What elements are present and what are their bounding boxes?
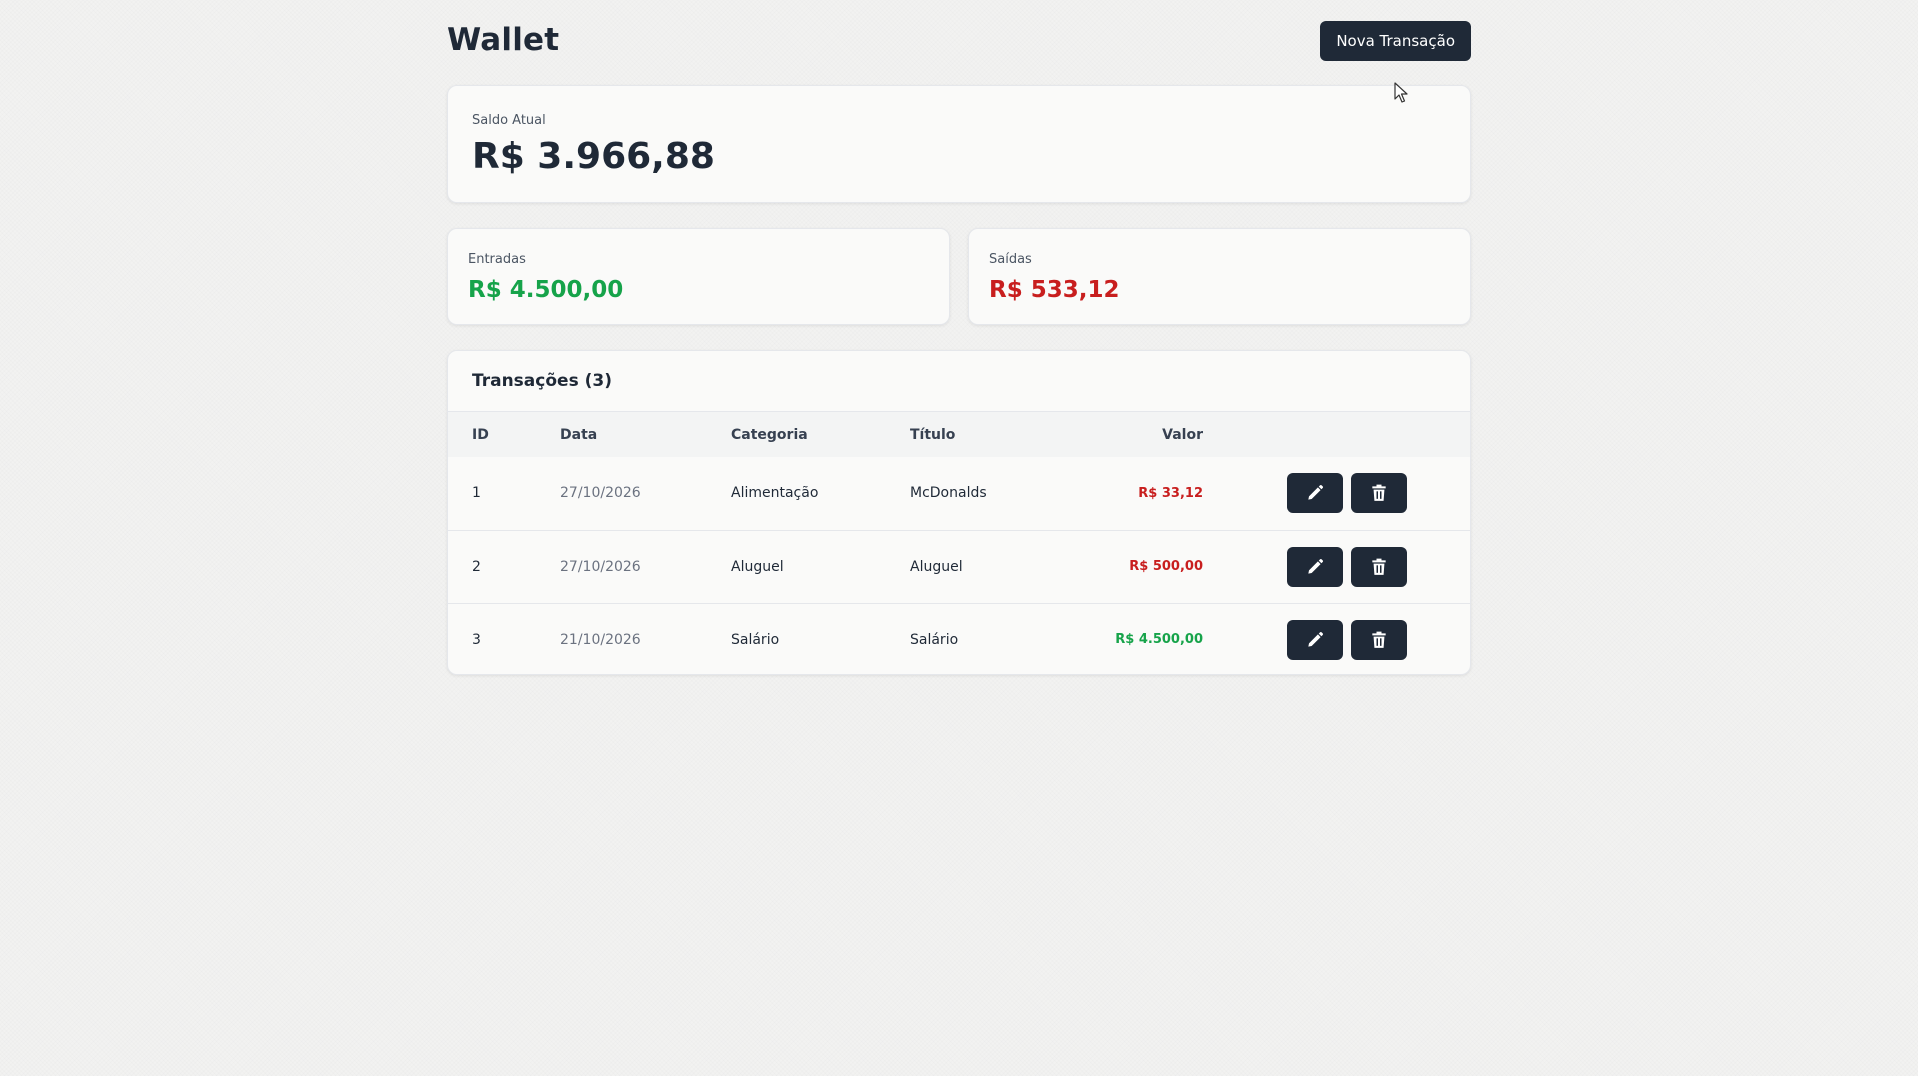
cell-date: 27/10/2026: [560, 485, 641, 502]
column-header-date: Data: [560, 426, 598, 443]
transactions-title: Transações (3): [448, 351, 1470, 412]
income-label: Entradas: [468, 252, 526, 267]
cell-actions: [1203, 530, 1470, 603]
transactions-table: ID Data Categoria Título Valor 1 27/10/2…: [448, 412, 1470, 674]
table-row: 3 21/10/2026 Salário Salário R$ 4.500,00: [448, 603, 1470, 674]
income-value: R$ 4.500,00: [468, 277, 624, 303]
page-header: Wallet Nova Transação: [447, 0, 1471, 84]
delete-button[interactable]: [1351, 473, 1407, 514]
cell-id: 2: [472, 558, 481, 575]
balance-label: Saldo Atual: [472, 113, 546, 128]
cell-date: 21/10/2026: [560, 631, 641, 648]
cell-category: Aluguel: [731, 558, 784, 575]
page-title: Wallet: [447, 22, 560, 58]
cell-id: 3: [472, 631, 481, 648]
table-row: 2 27/10/2026 Aluguel Aluguel R$ 500,00: [448, 530, 1470, 603]
delete-button[interactable]: [1351, 546, 1407, 587]
cell-title: Aluguel: [910, 558, 963, 575]
column-header-category: Categoria: [731, 426, 808, 443]
trash-icon: [1372, 631, 1386, 648]
cell-value: R$ 500,00: [1129, 559, 1203, 574]
income-card: Entradas R$ 4.500,00: [447, 228, 950, 325]
cell-value: R$ 33,12: [1138, 485, 1203, 501]
column-header-id: ID: [472, 426, 489, 443]
new-transaction-button[interactable]: Nova Transação: [1320, 21, 1471, 61]
main-container: Wallet Nova Transação Saldo Atual R$ 3.9…: [447, 0, 1471, 675]
expenses-label: Saídas: [989, 252, 1032, 267]
cell-title: Salário: [910, 631, 959, 648]
table-header-row: ID Data Categoria Título Valor: [448, 412, 1470, 457]
balance-value: R$ 3.966,88: [472, 136, 715, 177]
balance-card: Saldo Atual R$ 3.966,88: [447, 85, 1471, 203]
pencil-icon: [1308, 485, 1324, 500]
edit-button[interactable]: [1287, 473, 1343, 514]
column-header-value: Valor: [1162, 426, 1203, 443]
column-header-actions: [1203, 412, 1470, 457]
cell-category: Alimentação: [731, 485, 819, 502]
cell-category: Salário: [731, 631, 780, 648]
pencil-icon: [1308, 558, 1324, 574]
delete-button[interactable]: [1351, 619, 1407, 660]
trash-icon: [1372, 484, 1386, 502]
cell-actions: [1203, 603, 1470, 674]
cell-title: McDonalds: [910, 485, 987, 502]
mouse-cursor-icon: [1394, 82, 1408, 103]
cell-date: 27/10/2026: [560, 558, 641, 575]
edit-button[interactable]: [1287, 546, 1343, 587]
trash-icon: [1372, 558, 1386, 575]
cell-value: R$ 4.500,00: [1115, 632, 1203, 648]
edit-button[interactable]: [1287, 619, 1343, 660]
expenses-card: Saídas R$ 533,12: [968, 228, 1471, 325]
pencil-icon: [1308, 631, 1324, 647]
cell-id: 1: [472, 485, 481, 502]
transactions-card: Transações (3) ID Data Categoria Título …: [447, 350, 1471, 675]
column-header-title: Título: [910, 426, 956, 443]
expenses-value: R$ 533,12: [989, 277, 1120, 303]
table-row: 1 27/10/2026 Alimentação McDonalds R$ 33…: [448, 457, 1470, 530]
cell-actions: [1203, 457, 1470, 530]
